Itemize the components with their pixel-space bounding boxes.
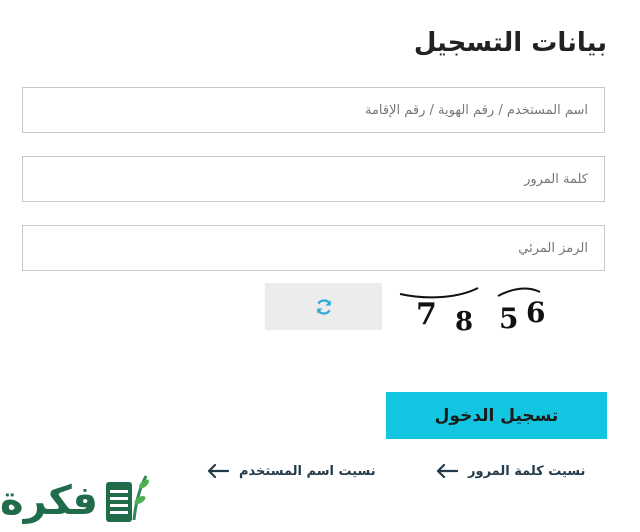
refresh-icon — [316, 298, 331, 315]
login-button[interactable]: تسجيل الدخول — [386, 392, 607, 439]
username-field-wrapper — [22, 87, 605, 133]
forgot-password-link[interactable]: نسيت كلمة المرور — [436, 460, 585, 482]
page-title: بيانات التسجيل — [413, 28, 607, 58]
forgot-username-link[interactable]: نسيت اسم المستخدم — [207, 460, 376, 482]
password-field-wrapper — [22, 156, 605, 202]
captcha-digit: 7 — [416, 297, 437, 332]
captcha-image: 7 8 5 6 — [399, 287, 545, 332]
refresh-captcha-button[interactable] — [265, 283, 382, 330]
captcha-input[interactable] — [23, 226, 604, 270]
password-input[interactable] — [23, 157, 604, 201]
arrow-left-icon — [436, 464, 458, 478]
book-leaf-icon — [106, 475, 149, 522]
forgot-username-label: نسيت اسم المستخدم — [239, 463, 376, 479]
captcha-digit: 6 — [526, 296, 545, 329]
captcha-digit: 8 — [455, 307, 473, 332]
forgot-password-label: نسيت كلمة المرور — [468, 463, 586, 479]
logo-text: فكرة — [0, 478, 98, 524]
arrow-left-icon — [207, 464, 229, 478]
username-input[interactable] — [23, 88, 604, 132]
captcha-field-wrapper — [22, 225, 605, 271]
captcha-digit: 5 — [499, 302, 518, 332]
